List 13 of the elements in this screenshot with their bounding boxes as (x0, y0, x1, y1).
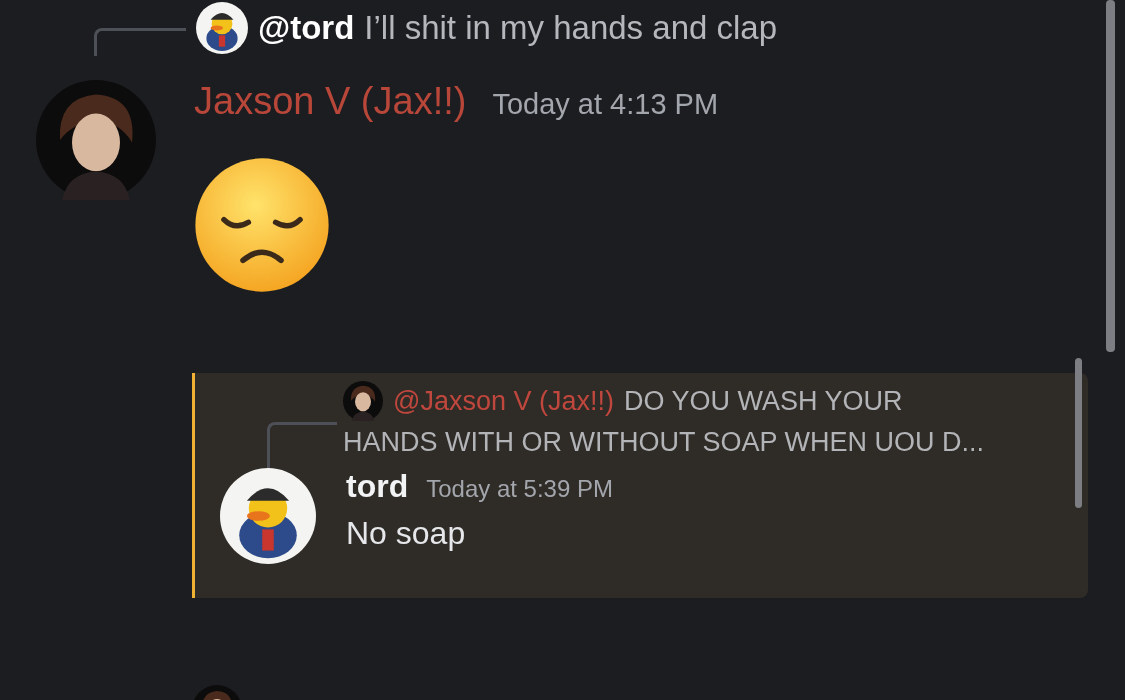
mention[interactable]: @tord (258, 9, 355, 47)
message-text: No soap (346, 515, 467, 552)
username[interactable]: tord (346, 468, 409, 505)
timestamp: Today at 4:13 PM (492, 88, 719, 121)
scrollbar[interactable] (1075, 358, 1082, 508)
reply-text: DO YOU WASH YOUR (624, 385, 903, 417)
disappointed-face-icon (194, 157, 330, 293)
timestamp: Today at 5:39 PM (426, 475, 613, 503)
avatar (343, 381, 383, 421)
reply-text: I’ll shit in my hands and clap (364, 9, 778, 47)
scrollbar[interactable] (1106, 0, 1115, 352)
reply-text: HANDS WITH OR WITHOUT SOAP WHEN UOU D... (343, 427, 984, 458)
avatar (196, 2, 248, 54)
